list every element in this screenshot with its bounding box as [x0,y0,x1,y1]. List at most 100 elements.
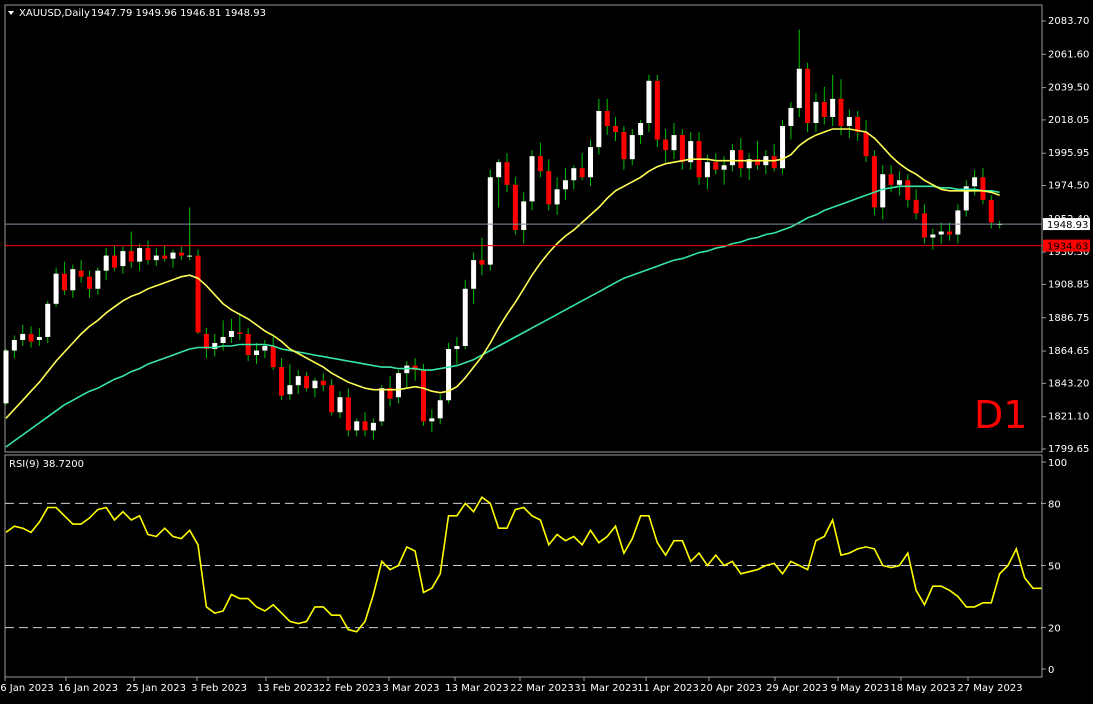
candle-bull [220,336,226,343]
candle-bear [78,270,84,277]
candle-bull [729,150,735,166]
price-tick-label: 1821.10 [1048,412,1089,423]
candle-bull [496,162,502,178]
candle-bear [888,174,894,185]
candle-bear [421,370,426,422]
candle-bear [821,101,827,117]
time-tick-label: 3 Mar 2023 [382,683,439,694]
candle-bull [462,288,468,347]
price-tick-label: 1886.75 [1048,313,1089,324]
timeframe-label: D1 [974,393,1027,437]
price-tick-label: 2061.60 [1048,49,1089,60]
symbol-label[interactable]: XAUUSD,Daily [19,8,90,19]
candle-bull [120,251,126,267]
candle-bear [613,126,619,133]
candle-bull [930,234,936,238]
candle-bull [95,270,101,289]
candle-bear [345,397,351,431]
rsi-tick-label: 100 [1048,458,1067,469]
time-tick-label: 18 May 2023 [890,683,955,694]
candle-bull [170,252,176,259]
candle-bull [788,107,794,127]
candle-bear [237,332,243,334]
candle-bull [254,350,259,356]
candle-bear [980,177,986,200]
candle-bear [738,150,744,169]
candle-bull [337,397,343,413]
candle-bear [621,132,627,160]
chart-svg[interactable]: 2083.70 2061.60 2039.50 2018.05 1995.95 1974.… [0,0,1093,700]
candle-bull [379,388,385,422]
candle-bull [354,421,360,431]
ohlc-label: 1947.79 1949.96 1946.81 1948.93 [91,8,266,19]
candle-bull [596,110,602,148]
time-tick-label: 31 Mar 2023 [574,683,637,694]
candle-bull [588,147,593,178]
candle-bull [671,135,677,151]
time-tick-label: 9 May 2023 [831,683,890,694]
time-tick-label: 22 Feb 2023 [319,683,381,694]
candle-bear [922,213,927,238]
time-tick-label: 22 Mar 2023 [510,683,573,694]
price-tick-label: 1995.95 [1048,148,1089,159]
candle-bear [905,180,911,200]
time-tick-label: 13 Mar 2023 [445,683,508,694]
candle-bull [521,201,527,230]
candle-bear [112,255,118,268]
candle-bull [471,260,477,289]
candle-bull [137,248,143,262]
candle-bull [721,165,727,170]
candle-bull [446,349,452,401]
candle-bull [638,123,644,136]
candle-bear [512,184,518,230]
candle-bull [103,255,109,271]
candle-bull [187,255,193,257]
candle-bull [437,400,443,419]
candle-bear [128,251,134,262]
candle-bull [153,255,159,261]
candle-bull [972,177,978,187]
price-tick-label: 2039.50 [1048,83,1089,94]
candle-bear [362,421,368,431]
candle-bear [87,276,92,289]
candle-bull [70,269,76,291]
candle-bear [713,162,719,170]
candle-bull [955,210,961,235]
candle-bull [228,330,234,337]
candle-bull [312,380,318,389]
rsi-tick-label: 80 [1048,499,1061,510]
candle-bull [629,135,635,160]
rsi-tick-label: 20 [1048,624,1061,635]
candle-bull [846,116,852,127]
candle-bull [36,336,42,340]
candle-bear [654,80,660,140]
price-tick-label: 2083.70 [1048,16,1089,27]
level-price-label: 1934.63 [1047,242,1088,253]
candle-bull [562,180,568,190]
candle-bear [270,346,276,368]
candle-bear [304,376,310,389]
candle-bull [880,174,886,208]
candle-bear [537,156,543,172]
time-tick-label: 3 Feb 2023 [191,683,247,694]
candle-bull [554,189,560,205]
candle-bear [145,248,151,261]
time-tick-label: 11 Apr 2023 [637,683,699,694]
candle-bull [780,126,786,169]
candle-bear [988,199,994,223]
candle-bull [896,180,902,185]
candle-bull [53,273,59,304]
time-tick-label: 6 Jan 2023 [0,683,54,694]
price-tick-label: 1864.65 [1048,346,1089,357]
candle-bull [529,156,535,202]
candle-bear [679,135,685,163]
candle-bull [704,162,710,178]
trading-chart[interactable]: 2083.70 2061.60 2039.50 2018.05 1995.95 1974.… [0,0,1093,700]
price-tick-label: 1908.85 [1048,279,1089,290]
rsi-label: RSI(9) 38.7200 [9,459,84,470]
candle-bear [329,385,335,413]
candle-bull [287,385,293,395]
candle-bull [20,333,26,340]
candle-bear [178,252,184,256]
candle-bull [813,101,819,124]
